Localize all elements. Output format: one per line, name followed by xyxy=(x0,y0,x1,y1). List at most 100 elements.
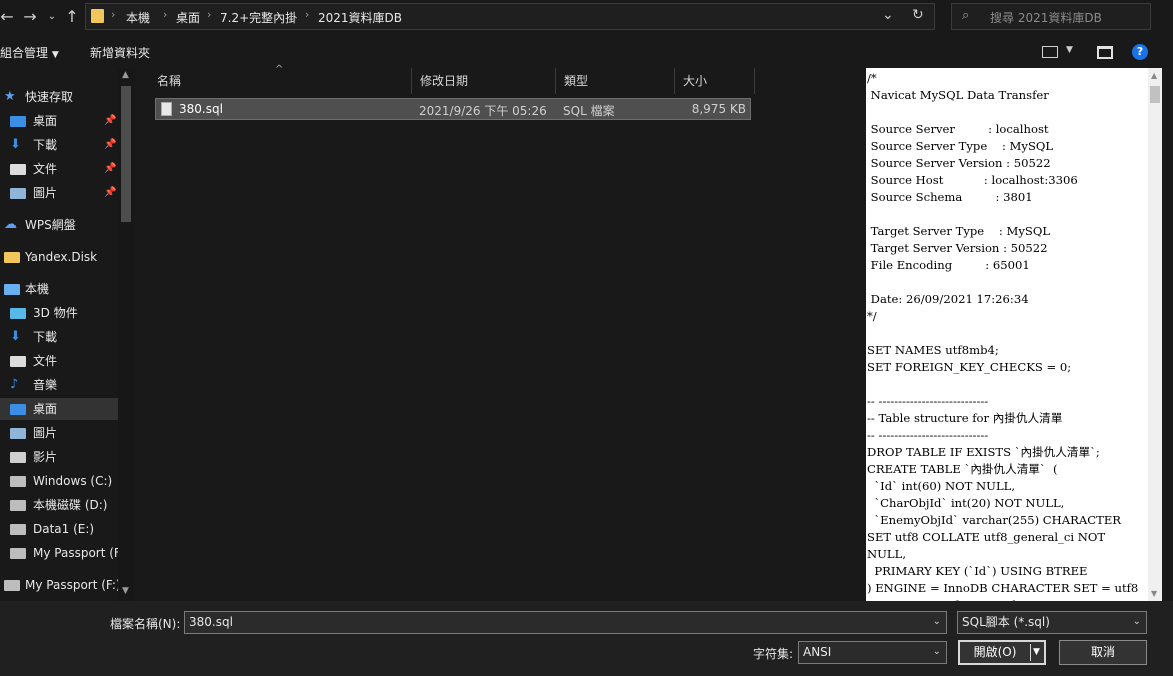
desktop-icon xyxy=(10,116,26,127)
sidebar-item-label: 本機磁碟 (D:) xyxy=(33,498,108,512)
sidebar-item-label: My Passport (F:) xyxy=(33,546,129,560)
scroll-down-icon[interactable]: ▼ xyxy=(1151,589,1157,598)
sidebar-item[interactable]: ⬇ 下載 xyxy=(0,326,118,348)
filename-value: 380.sql xyxy=(189,615,233,629)
sidebar-item[interactable]: 文件 xyxy=(0,350,118,372)
sidebar-item-label: 文件 xyxy=(33,162,58,176)
sidebar-item[interactable]: 3D 物件 xyxy=(0,302,118,324)
search-input[interactable]: 搜尋 2021資料庫DB xyxy=(990,9,1102,26)
search-box[interactable]: ⌕ 搜尋 2021資料庫DB xyxy=(951,3,1151,30)
sidebar-item[interactable]: ★ 快速存取 xyxy=(0,86,118,108)
sidebar-item[interactable]: ⬇ 下載 📌 xyxy=(0,134,118,156)
up-arrow-icon[interactable]: ↑ xyxy=(62,0,82,34)
file-row[interactable]: 380.sql 2021/9/26 下午 05:26 SQL 檔案 8,975 … xyxy=(155,98,751,120)
view-options-icon[interactable] xyxy=(1042,46,1058,58)
sidebar-item[interactable]: My Passport (F:) xyxy=(0,574,121,596)
scroll-up-icon[interactable]: ▲ xyxy=(122,70,129,80)
file-name: 380.sql xyxy=(179,102,223,116)
filetype-chevron-down-icon: ⌄ xyxy=(1132,616,1141,627)
breadcrumb-item[interactable]: 桌面 xyxy=(176,9,200,26)
sidebar-item-label: 音樂 xyxy=(33,378,58,392)
sidebar-item-label: 3D 物件 xyxy=(33,306,78,320)
sidebar-item[interactable]: 圖片 xyxy=(0,422,118,444)
toolbar: 組合管理 ▼ 新增資料夾 ▼ ? xyxy=(0,34,1173,68)
forward-arrow-icon[interactable]: → xyxy=(20,0,40,34)
filename-label: 檔案名稱(N): xyxy=(110,617,181,631)
sidebar-item-label: Data1 (E:) xyxy=(33,522,95,536)
breadcrumb-separator-icon: › xyxy=(305,8,310,21)
pictures-icon xyxy=(10,188,26,199)
file-icon xyxy=(161,102,172,116)
sidebar-item-label: Yandex.Disk xyxy=(25,250,98,264)
sidebar-item[interactable]: 桌面 📌 xyxy=(0,110,118,132)
scroll-up-icon[interactable]: ▲ xyxy=(1151,71,1157,80)
computer-icon xyxy=(4,284,20,295)
sidebar-item[interactable]: ☁ WPS網盤 xyxy=(0,214,118,236)
sidebar-item[interactable]: 本機 xyxy=(0,278,118,300)
organize-label: 組合管理 xyxy=(0,46,49,60)
preview-pane-icon[interactable] xyxy=(1097,46,1113,59)
navigation-scroll-thumb[interactable] xyxy=(121,86,131,222)
sidebar-item[interactable]: 圖片 📌 xyxy=(0,182,118,204)
navigation-scrollbar[interactable]: ▲ ▼ xyxy=(118,68,135,601)
view-chevron-down-icon[interactable]: ▼ xyxy=(1066,45,1073,55)
preview-text: /* Navicat MySQL Data Transfer Source Se… xyxy=(867,71,1139,601)
breadcrumb-separator-icon: › xyxy=(207,8,212,21)
open-button[interactable]: 開啟(O) ▼ xyxy=(958,640,1046,665)
3d-objects-icon xyxy=(10,308,26,319)
sidebar-item[interactable]: ♪ 音樂 xyxy=(0,374,118,396)
desktop-icon xyxy=(10,404,26,415)
sidebar-item-label: 影片 xyxy=(33,450,58,464)
preview-scroll-thumb[interactable] xyxy=(1150,86,1160,103)
filename-dropdown-chevron-icon[interactable]: ⌄ xyxy=(933,612,941,632)
filename-input[interactable]: 380.sql ⌄ xyxy=(184,611,947,634)
breadcrumb-item[interactable]: 7.2+完整內掛 xyxy=(220,9,297,26)
encoding-select[interactable]: ANSI ⌄ xyxy=(798,641,947,664)
drive-icon xyxy=(10,500,26,511)
refresh-icon[interactable]: ↻ xyxy=(912,7,924,23)
address-dropdown-chevron-icon[interactable]: ⌄ xyxy=(882,7,894,23)
filetype-value: SQL腳本 (*.sql) xyxy=(962,615,1050,629)
document-icon xyxy=(10,164,26,175)
address-bar-row: ← → ⌄ ↑ › 本機 › 桌面 › 7.2+完整內掛 › 2021資料庫DB… xyxy=(0,0,1173,34)
column-header-size[interactable]: 大小 xyxy=(675,68,755,94)
breadcrumb-separator-icon: › xyxy=(163,8,168,21)
sidebar-item-label: 桌面 xyxy=(33,114,58,128)
sidebar-item[interactable]: Windows (C:) xyxy=(0,470,118,492)
pin-icon[interactable]: 📌 xyxy=(104,158,116,180)
pin-icon[interactable]: 📌 xyxy=(104,182,116,204)
sidebar-item-label: Windows (C:) xyxy=(33,474,113,488)
new-folder-button[interactable]: 新增資料夾 xyxy=(90,44,150,61)
file-modified: 2021/9/26 下午 05:26 xyxy=(419,104,547,118)
recent-locations-chevron-icon[interactable]: ⌄ xyxy=(44,0,60,34)
sidebar-item[interactable]: 影片 xyxy=(0,446,118,468)
preview-scrollbar[interactable]: ▲ ▼ xyxy=(1148,68,1162,601)
column-header-name[interactable]: 名稱 xyxy=(149,68,412,94)
encoding-label: 字符集: xyxy=(753,647,794,661)
sidebar-item[interactable]: Yandex.Disk xyxy=(0,246,118,268)
organize-button[interactable]: 組合管理 ▼ xyxy=(0,44,59,61)
column-header-modified[interactable]: 修改日期 xyxy=(412,68,556,94)
address-bar[interactable]: › 本機 › 桌面 › 7.2+完整內掛 › 2021資料庫DB ⌄ ↻ xyxy=(85,3,935,30)
back-arrow-icon[interactable]: ← xyxy=(0,0,14,34)
open-button-divider xyxy=(1030,644,1031,661)
column-header-type[interactable]: 類型 xyxy=(556,68,675,94)
pictures-icon xyxy=(10,428,26,439)
sidebar-item-label: 圖片 xyxy=(33,186,58,200)
open-options-chevron-icon[interactable]: ▼ xyxy=(1033,642,1040,663)
sidebar-item[interactable]: Data1 (E:) xyxy=(0,518,118,540)
cloud-icon: ☁ xyxy=(4,217,17,232)
breadcrumb-item[interactable]: 2021資料庫DB xyxy=(318,9,402,26)
sidebar-item[interactable]: 本機磁碟 (D:) xyxy=(0,494,118,516)
sidebar-item[interactable]: My Passport (F:) xyxy=(0,542,129,564)
chevron-down-icon: ▼ xyxy=(51,50,59,60)
filetype-select[interactable]: SQL腳本 (*.sql) ⌄ xyxy=(957,611,1147,634)
scroll-down-icon[interactable]: ▼ xyxy=(122,586,129,596)
breadcrumb-item[interactable]: 本機 xyxy=(126,9,150,26)
pin-icon[interactable]: 📌 xyxy=(104,110,116,132)
pin-icon[interactable]: 📌 xyxy=(104,134,116,156)
sidebar-item[interactable]: 文件 📌 xyxy=(0,158,118,180)
sidebar-item[interactable]: 桌面 xyxy=(0,398,118,420)
cancel-button[interactable]: 取消 xyxy=(1059,640,1147,665)
help-icon[interactable]: ? xyxy=(1132,44,1148,60)
